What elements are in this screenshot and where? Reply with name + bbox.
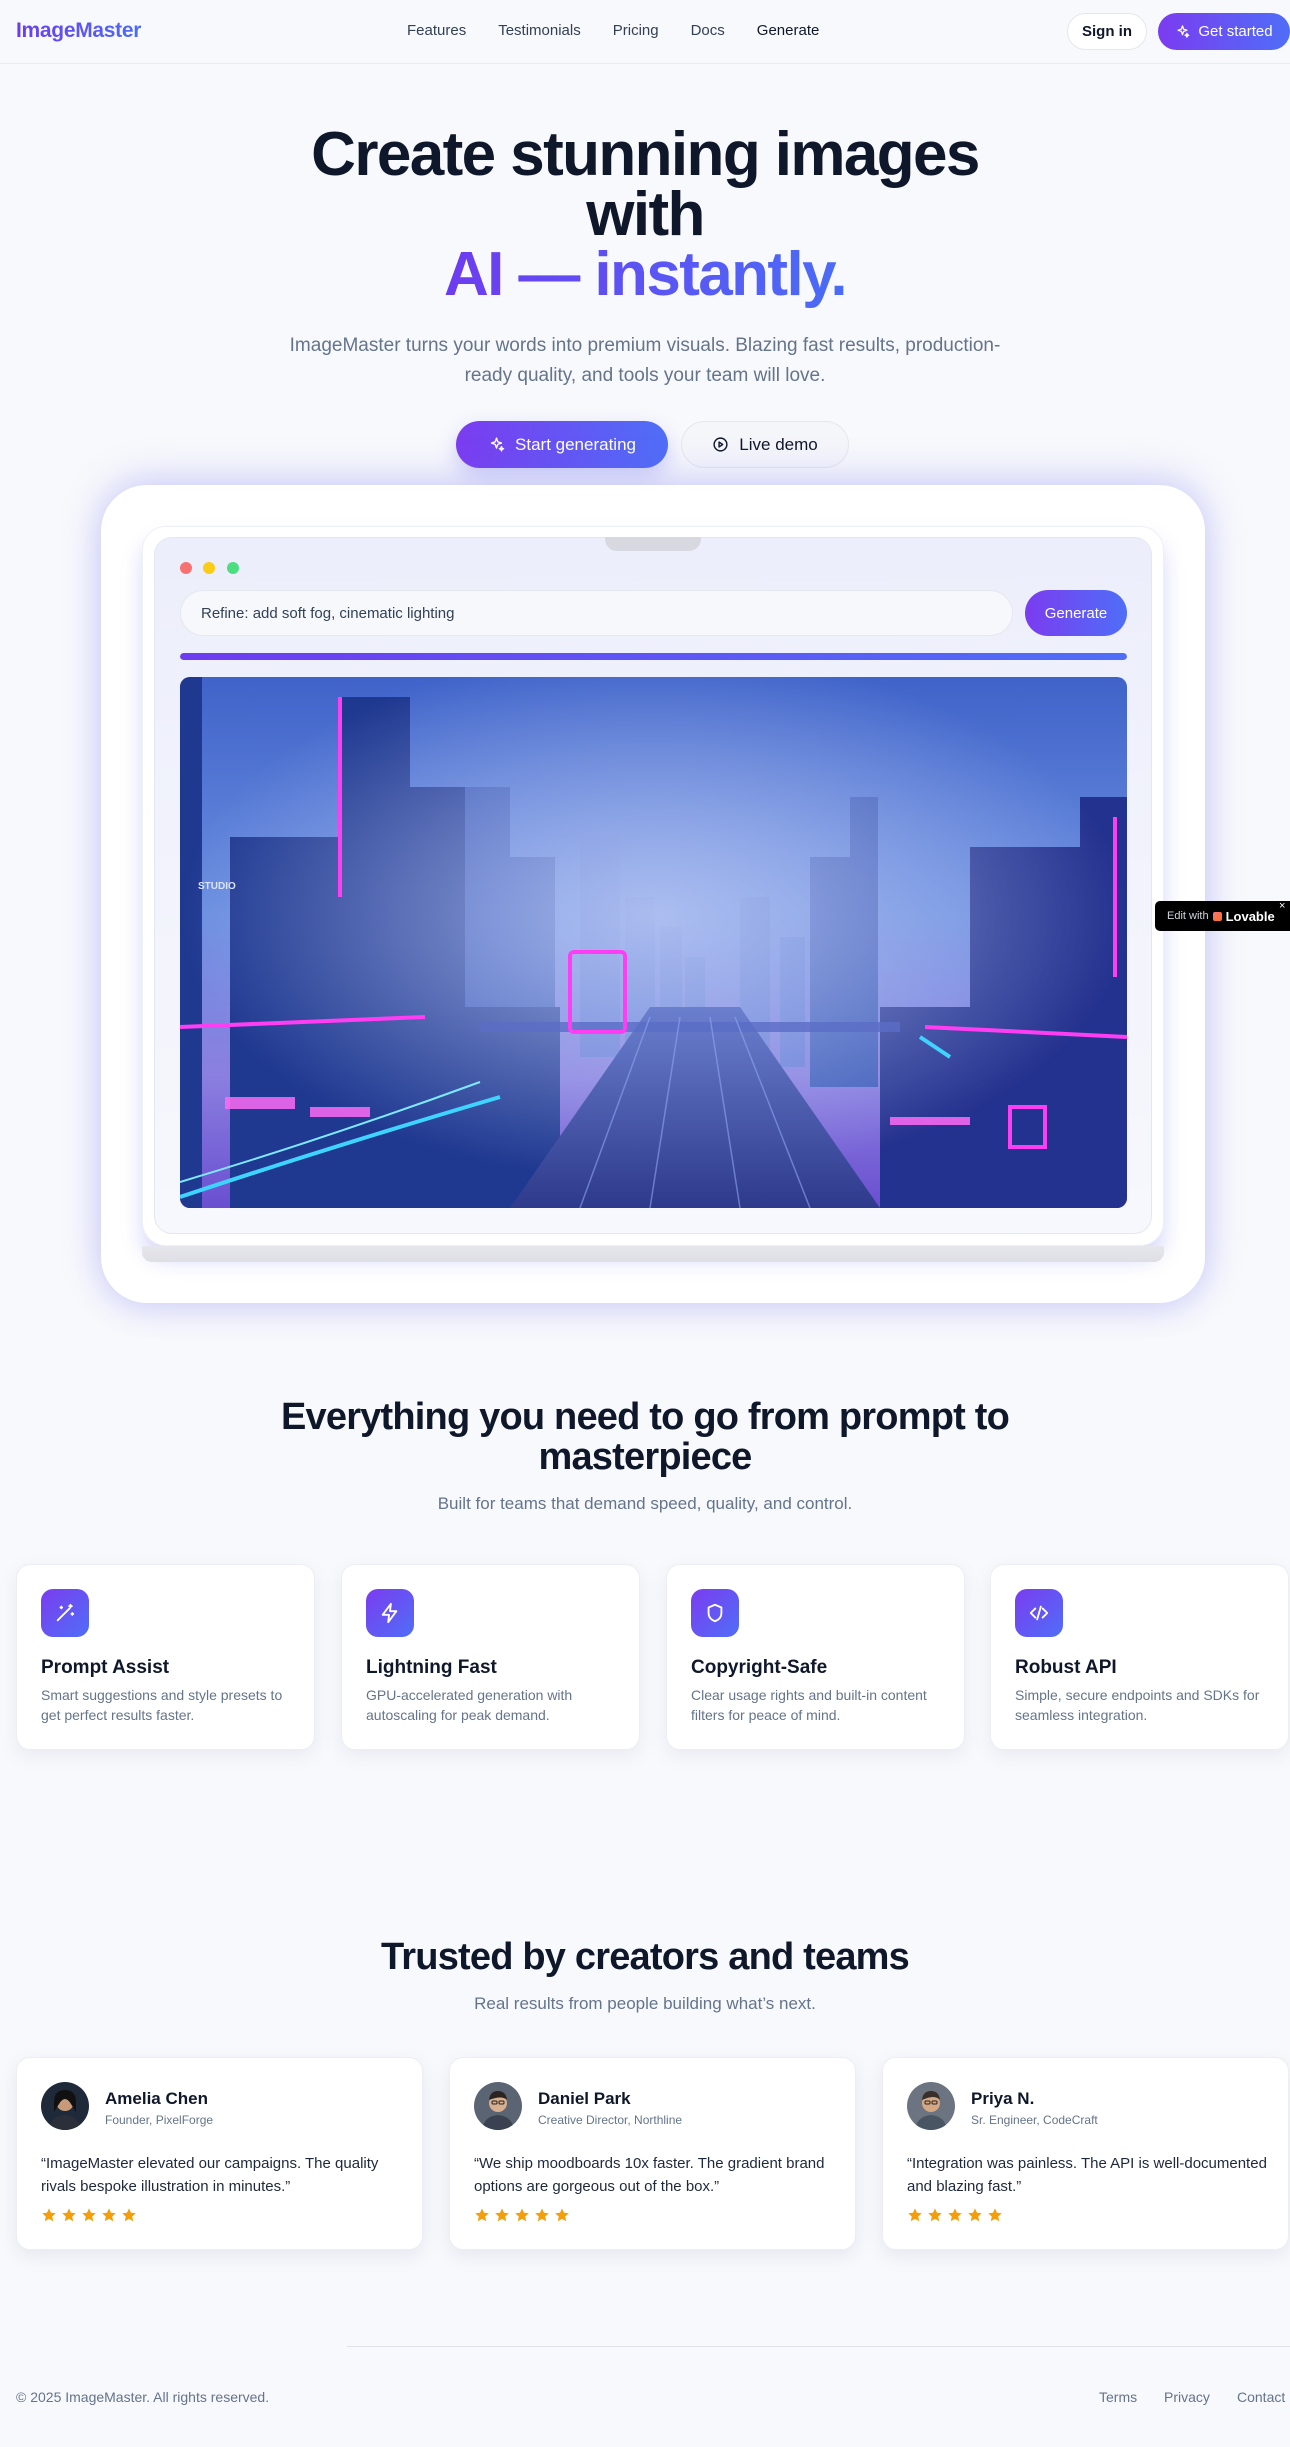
feature-card-prompt-assist: Prompt Assist Smart suggestions and styl…	[16, 1564, 315, 1750]
feature-description: Simple, secure endpoints and SDKs for se…	[1015, 1687, 1260, 1723]
edit-with-lovable-badge[interactable]: Edit with Lovable	[1155, 901, 1290, 931]
testimonial-card-amelia-chen: Amelia Chen Founder, PixelForge “ImageMa…	[16, 2057, 423, 2250]
star-icon	[968, 2208, 982, 2222]
star-rating	[907, 2207, 1003, 2223]
star-icon	[535, 2208, 549, 2222]
magic-wand-icon	[41, 1589, 89, 1637]
feature-name: Robust API	[1015, 1657, 1117, 1678]
star-icon	[908, 2208, 922, 2222]
nav-link-features[interactable]: Features	[407, 22, 466, 39]
footer-link-contact[interactable]: Contact	[1237, 2389, 1285, 2405]
window-maximize-dot	[227, 562, 239, 574]
logo[interactable]: ImageMaster	[16, 19, 141, 43]
star-rating	[474, 2207, 570, 2223]
device-notch	[605, 537, 701, 551]
footer-divider	[347, 2346, 1290, 2347]
star-icon	[495, 2208, 509, 2222]
sparkles-icon	[490, 437, 505, 452]
footer-link-terms[interactable]: Terms	[1099, 2389, 1137, 2405]
feature-description: Smart suggestions and style presets to g…	[41, 1687, 283, 1723]
footer-link-privacy[interactable]: Privacy	[1164, 2389, 1210, 2405]
start-generating-label: Start generating	[515, 434, 636, 454]
avatar	[907, 2082, 955, 2130]
get-started-button[interactable]: Get started	[1158, 13, 1290, 50]
star-icon	[122, 2208, 136, 2222]
testimonial-quote: “Integration was painless. The API is we…	[907, 2155, 1267, 2195]
testimonial-role: Founder, PixelForge	[105, 2113, 214, 2127]
star-icon	[928, 2208, 942, 2222]
testimonial-name: Amelia Chen	[105, 2089, 208, 2108]
generated-city-image: STUDIO	[180, 677, 1127, 1208]
lovable-brand-label: Lovable	[1225, 908, 1275, 924]
window-minimize-dot	[203, 562, 215, 574]
lovable-heart-icon	[1212, 911, 1222, 921]
nav-link-pricing[interactable]: Pricing	[613, 22, 659, 39]
testimonials-title: Trusted by creators and teams	[380, 1936, 910, 1978]
testimonial-card-daniel-park: Daniel Park Creative Director, Northline…	[449, 2057, 856, 2250]
nav-link-generate[interactable]: Generate	[757, 22, 820, 39]
star-icon	[515, 2208, 529, 2222]
get-started-label: Get started	[1198, 23, 1273, 40]
star-icon	[62, 2208, 76, 2222]
nav-link-docs[interactable]: Docs	[691, 22, 725, 39]
live-demo-button[interactable]: Live demo	[681, 421, 849, 468]
testimonial-quote: “ImageMaster elevated our campaigns. The…	[41, 2155, 379, 2195]
feature-name: Lightning Fast	[366, 1657, 497, 1678]
generate-button[interactable]: Generate	[1025, 590, 1127, 636]
live-demo-label: Live demo	[739, 434, 818, 454]
star-icon	[475, 2208, 489, 2222]
avatar	[41, 2082, 89, 2130]
testimonials-subtitle: Real results from people building what’s…	[474, 1994, 816, 2013]
shield-icon	[691, 1589, 739, 1637]
copyright-text: © 2025 ImageMaster. All rights reserved.	[16, 2389, 270, 2405]
code-icon	[1015, 1589, 1063, 1637]
window-close-dot	[180, 562, 192, 574]
testimonial-role: Sr. Engineer, CodeCraft	[971, 2113, 1098, 2127]
feature-card-lightning-fast: Lightning Fast GPU-accelerated generatio…	[341, 1564, 640, 1750]
image-sign-text: STUDIO	[198, 881, 236, 892]
testimonial-quote: “We ship moodboards 10x faster. The grad…	[474, 2155, 825, 2195]
star-icon	[555, 2208, 569, 2222]
features-subtitle: Built for teams that demand speed, quali…	[437, 1494, 853, 1513]
start-generating-button[interactable]: Start generating	[456, 421, 668, 468]
nav-links: Features Testimonials Pricing Docs Gener…	[407, 22, 851, 39]
hero-title-line2: with	[586, 180, 705, 249]
star-icon	[988, 2208, 1002, 2222]
feature-card-robust-api: Robust API Simple, secure endpoints and …	[990, 1564, 1289, 1750]
star-icon	[102, 2208, 116, 2222]
device-base	[142, 1246, 1164, 1262]
nav-link-testimonials[interactable]: Testimonials	[498, 22, 581, 39]
play-circle-icon	[713, 437, 728, 452]
testimonial-role: Creative Director, Northline	[538, 2113, 683, 2127]
generation-progress-bar	[180, 653, 1127, 660]
lovable-edit-label: Edit with	[1167, 910, 1209, 922]
features-title: Everything you need to go from prompt to…	[280, 1396, 1010, 1478]
avatar	[474, 2082, 522, 2130]
star-icon	[948, 2208, 962, 2222]
hero-title-accent: AI — instantly.	[443, 240, 848, 309]
feature-name: Prompt Assist	[41, 1657, 170, 1678]
sparkles-icon	[1177, 25, 1190, 38]
lovable-close-icon[interactable]: ×	[1279, 900, 1285, 912]
hero-subtitle: ImageMaster turns your words into premiu…	[289, 335, 1001, 386]
sign-in-button[interactable]: Sign in	[1067, 13, 1147, 50]
feature-description: Clear usage rights and built-in content …	[691, 1687, 927, 1723]
star-icon	[42, 2208, 56, 2222]
feature-description: GPU-accelerated generation with autoscal…	[366, 1687, 573, 1723]
testimonial-card-priya-n: Priya N. Sr. Engineer, CodeCraft “Integr…	[882, 2057, 1289, 2250]
top-navbar: ImageMaster Features Testimonials Pricin…	[0, 0, 1290, 64]
generation-progress-fill	[180, 653, 1127, 660]
feature-card-copyright-safe: Copyright-Safe Clear usage rights and bu…	[666, 1564, 965, 1750]
star-rating	[41, 2207, 137, 2223]
hero-title: Create stunning images with AI — instant…	[0, 124, 1290, 306]
feature-name: Copyright-Safe	[691, 1657, 828, 1678]
star-icon	[82, 2208, 96, 2222]
testimonial-name: Daniel Park	[538, 2089, 631, 2108]
prompt-input[interactable]	[180, 590, 1013, 636]
testimonial-name: Priya N.	[971, 2089, 1035, 2108]
lightning-icon	[366, 1589, 414, 1637]
hero-title-line1: Create stunning images	[311, 120, 980, 189]
